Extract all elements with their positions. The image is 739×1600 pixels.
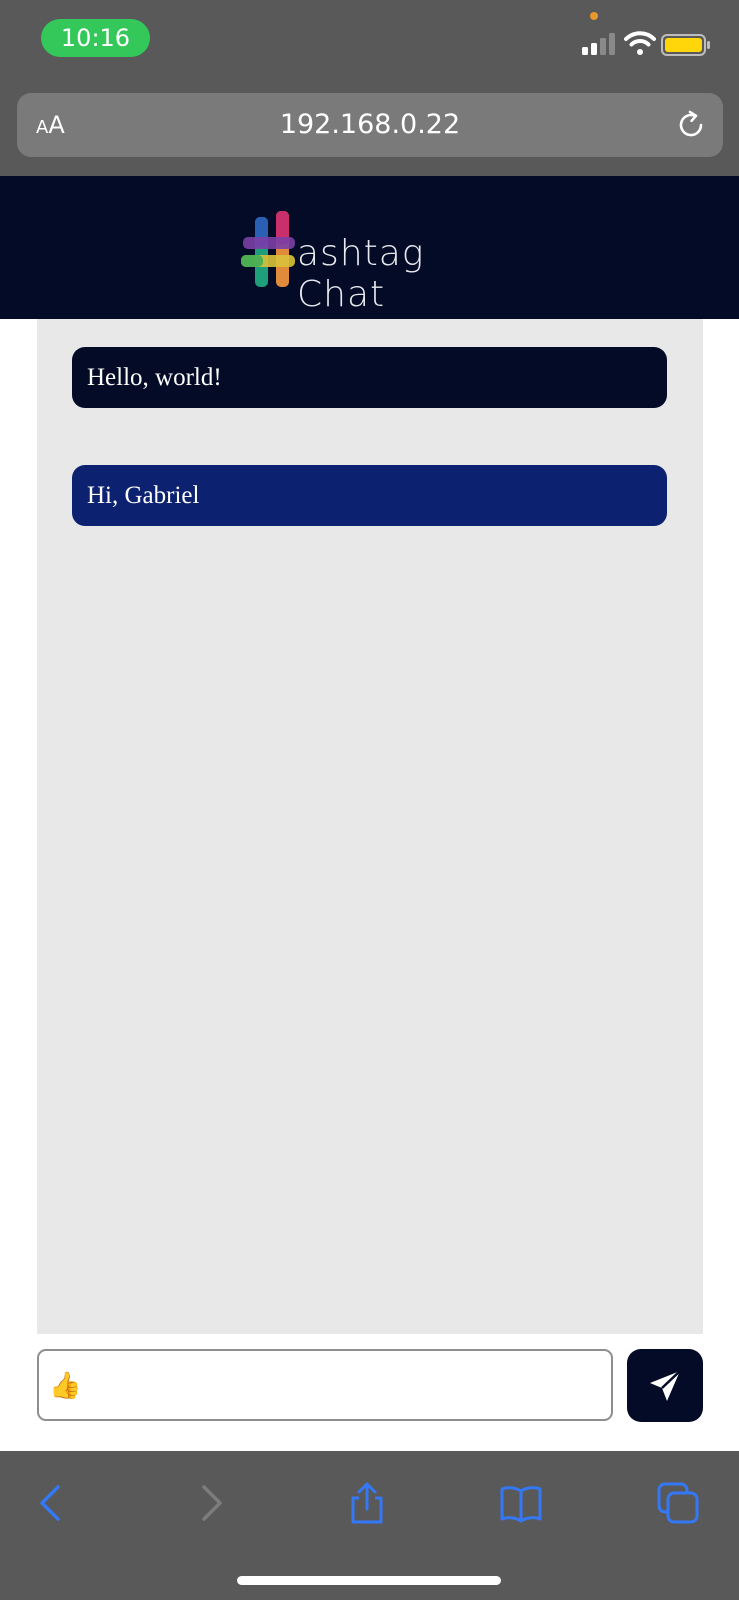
status-bar: 10:16 bbox=[0, 0, 739, 80]
reload-icon[interactable] bbox=[675, 109, 707, 141]
bookmarks-icon[interactable] bbox=[499, 1481, 543, 1525]
message-bubble: Hi, Gabriel bbox=[72, 465, 667, 526]
privacy-indicator-dot bbox=[590, 12, 598, 20]
hashtag-logo-icon bbox=[241, 211, 295, 287]
back-icon[interactable] bbox=[30, 1481, 74, 1525]
status-time[interactable]: 10:16 bbox=[41, 19, 150, 57]
url-text[interactable]: 192.168.0.22 bbox=[17, 93, 723, 157]
tabs-icon[interactable] bbox=[656, 1481, 700, 1525]
message-bubble: Hello, world! bbox=[72, 347, 667, 408]
app-header: ashtag Chat bbox=[0, 176, 739, 319]
send-icon bbox=[650, 1370, 681, 1401]
app-title: ashtag Chat bbox=[297, 233, 425, 315]
forward-icon[interactable] bbox=[188, 1481, 232, 1525]
address-bar[interactable]: AA 192.168.0.22 bbox=[17, 93, 723, 157]
message-input[interactable]: 👍 bbox=[37, 1349, 613, 1421]
battery-icon bbox=[661, 34, 710, 56]
send-button[interactable] bbox=[627, 1349, 703, 1422]
cellular-signal-icon bbox=[582, 33, 615, 55]
share-icon[interactable] bbox=[345, 1481, 389, 1525]
wifi-icon bbox=[624, 31, 656, 55]
browser-address-area: AA 192.168.0.22 bbox=[0, 80, 739, 176]
hashtag-chat-logo: ashtag Chat bbox=[241, 209, 501, 315]
home-indicator[interactable] bbox=[237, 1576, 501, 1585]
chat-messages-panel[interactable]: Hello, world! Hi, Gabriel bbox=[37, 319, 703, 1334]
